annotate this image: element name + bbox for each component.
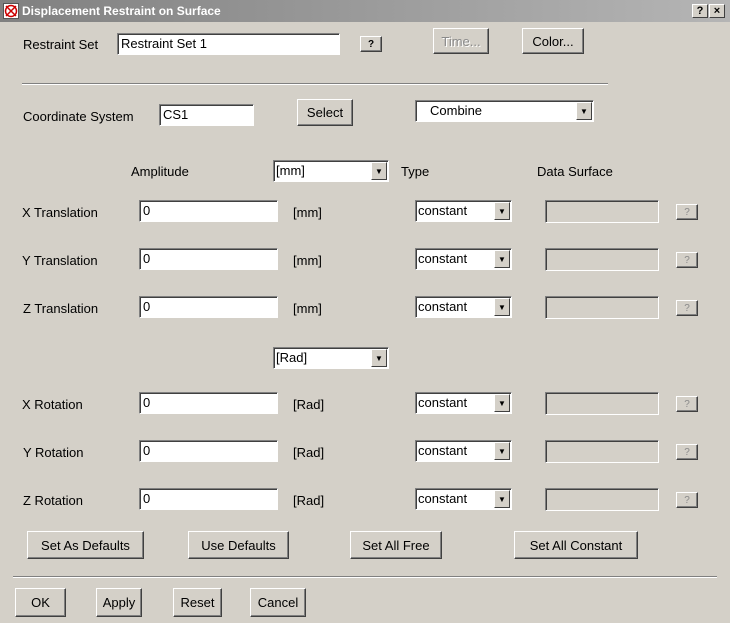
row-unit: [mm] [293,205,322,220]
use-defaults-button[interactable]: Use Defaults [188,531,289,559]
z-translation-help-button[interactable]: ? [676,300,698,316]
z-translation-input[interactable]: 0 [139,296,278,318]
coordinate-system-label: Coordinate System [23,109,134,124]
set-as-defaults-button[interactable]: Set As Defaults [27,531,144,559]
chevron-down-icon[interactable]: ▼ [494,202,510,220]
cancel-button[interactable]: Cancel [250,588,306,617]
data-surface-header: Data Surface [537,164,613,179]
type-header: Type [401,164,430,179]
chevron-down-icon[interactable]: ▼ [494,442,510,460]
type-value: constant [418,251,468,266]
row-label: Z Translation [23,301,99,316]
row-label: Y Translation [22,253,98,268]
set-all-constant-button[interactable]: Set All Constant [514,531,638,559]
separator-top [22,83,608,85]
restraint-set-label: Restraint Set [23,37,99,52]
chevron-down-icon[interactable]: ▼ [576,102,592,120]
x-translation-input[interactable]: 0 [139,200,278,222]
type-value: constant [418,299,468,314]
row-unit: [Rad] [293,397,325,412]
x-rotation-data-surface [545,392,659,415]
chevron-down-icon[interactable]: ▼ [494,490,510,508]
translation-unit-value: [mm] [276,163,305,178]
row-unit: [mm] [293,301,322,316]
y-rotation-input[interactable]: 0 [139,440,278,462]
chevron-down-icon[interactable]: ▼ [494,250,510,268]
z-rotation-input[interactable]: 0 [139,488,278,510]
rotation-unit-dropdown[interactable]: [Rad] ▼ [273,347,389,369]
type-value: constant [418,443,468,458]
set-all-free-button[interactable]: Set All Free [350,531,442,559]
title-close-button[interactable]: × [709,4,725,18]
row-label: Z Rotation [23,493,83,508]
x-translation-help-button[interactable]: ? [676,204,698,220]
chevron-down-icon[interactable]: ▼ [371,162,387,180]
combine-value: Combine [430,103,483,118]
chevron-down-icon[interactable]: ▼ [494,298,510,316]
x-translation-type-dropdown[interactable]: constant ▼ [415,200,512,222]
separator-bottom [13,576,717,578]
type-value: constant [418,203,468,218]
window-title: Displacement Restraint on Surface [22,4,221,18]
x-rotation-help-button[interactable]: ? [676,396,698,412]
y-translation-help-button[interactable]: ? [676,252,698,268]
y-rotation-data-surface [545,440,659,463]
z-rotation-data-surface [545,488,659,511]
chevron-down-icon[interactable]: ▼ [494,394,510,412]
row-unit: [Rad] [293,493,325,508]
y-translation-type-dropdown[interactable]: constant ▼ [415,248,512,270]
y-translation-data-surface [545,248,659,271]
restraint-help-button[interactable]: ? [360,36,382,52]
x-rotation-input[interactable]: 0 [139,392,278,414]
translation-unit-dropdown[interactable]: [mm] ▼ [273,160,389,182]
z-translation-data-surface [545,296,659,319]
color-button[interactable]: Color... [522,28,584,54]
amplitude-header: Amplitude [131,164,189,179]
row-label: X Translation [22,205,98,220]
type-value: constant [418,491,468,506]
select-button[interactable]: Select [297,99,353,126]
time-button[interactable]: Time... [433,28,489,54]
combine-dropdown[interactable]: Combine ▼ [415,100,594,122]
title-bar[interactable]: Displacement Restraint on Surface ? × [0,0,730,22]
rotation-unit-value: [Rad] [276,350,308,365]
row-unit: [mm] [293,253,322,268]
z-translation-type-dropdown[interactable]: constant ▼ [415,296,512,318]
x-translation-data-surface [545,200,659,223]
app-crossed-circle-icon [3,3,19,19]
y-translation-input[interactable]: 0 [139,248,278,270]
ok-button[interactable]: OK [15,588,66,617]
row-label: Y Rotation [23,445,84,460]
apply-button[interactable]: Apply [96,588,142,617]
z-rotation-type-dropdown[interactable]: constant ▼ [415,488,512,510]
type-value: constant [418,395,468,410]
row-unit: [Rad] [293,445,325,460]
y-rotation-help-button[interactable]: ? [676,444,698,460]
z-rotation-help-button[interactable]: ? [676,492,698,508]
restraint-set-input[interactable]: Restraint Set 1 [117,33,340,55]
row-label: X Rotation [22,397,83,412]
chevron-down-icon[interactable]: ▼ [371,349,387,367]
y-rotation-type-dropdown[interactable]: constant ▼ [415,440,512,462]
coordinate-system-input[interactable]: CS1 [159,104,254,126]
title-help-button[interactable]: ? [692,4,708,18]
x-rotation-type-dropdown[interactable]: constant ▼ [415,392,512,414]
reset-button[interactable]: Reset [173,588,222,617]
